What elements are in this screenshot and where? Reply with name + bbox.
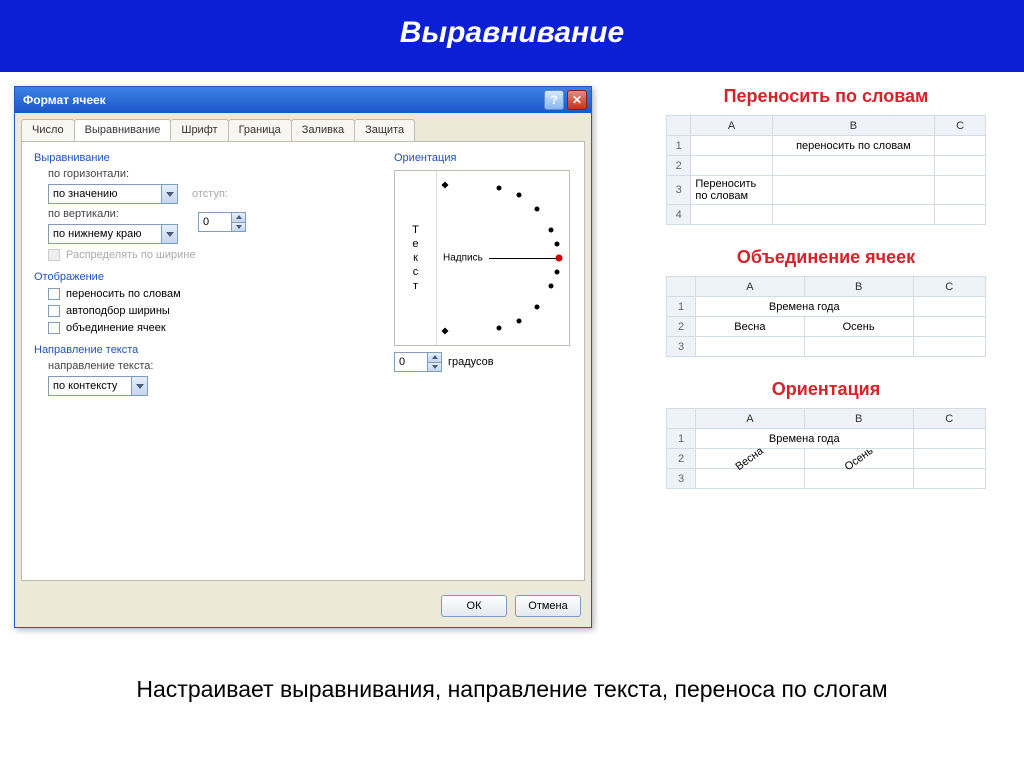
tab-alignment[interactable]: Выравнивание [74, 119, 172, 141]
chevron-down-icon [131, 377, 147, 395]
examples-panel: Переносить по словам ABC 1переносить по … [642, 86, 1010, 628]
orientation-section-label: Ориентация [394, 152, 570, 164]
tab-panel: Выравнивание по горизонтали: по значению… [21, 141, 585, 581]
wrap-example-title: Переносить по словам [642, 86, 1010, 107]
cell-b1: переносить по словам [772, 136, 935, 156]
direction-label: направление текста: [48, 360, 153, 372]
tab-font[interactable]: Шрифт [170, 119, 228, 141]
degrees-label: градусов [448, 356, 494, 368]
orient-example-title: Ориентация [642, 379, 1010, 400]
chevron-down-icon [161, 225, 177, 243]
cell-a2: Весна [696, 317, 805, 337]
horizontal-label: по горизонтали: [48, 168, 168, 180]
indent-label: отступ: [192, 188, 228, 200]
format-cells-dialog: Формат ячеек ? ✕ Число Выравнивание Шриф… [14, 86, 592, 628]
orientation-handle[interactable] [556, 255, 563, 262]
slide-caption: Настраивает выравнивания, направление те… [0, 676, 1024, 703]
merged-cell: Времена года [696, 297, 914, 317]
indent-value: 0 [203, 216, 209, 228]
horizontal-value: по значению [53, 188, 117, 200]
vertical-value: по нижнему краю [53, 228, 141, 240]
close-button[interactable]: ✕ [567, 90, 587, 110]
slide-title: Выравнивание [0, 0, 1024, 72]
dialog-title: Формат ячеек [23, 93, 106, 107]
direction-value: по контексту [53, 380, 117, 392]
spinner-up-icon[interactable] [428, 353, 441, 363]
dialog-titlebar: Формат ячеек ? ✕ [15, 87, 591, 113]
wrap-label: переносить по словам [66, 288, 181, 300]
degrees-spinner[interactable]: 0 [394, 352, 442, 372]
wrap-checkbox[interactable] [48, 288, 60, 300]
orientation-vertical-button[interactable]: Текст [395, 171, 437, 345]
direction-select[interactable]: по контексту [48, 376, 148, 396]
cell-a3: Переносить по словам [691, 176, 772, 205]
orientation-vertical-text: Текст [412, 223, 419, 293]
merge-example-title: Объединение ячеек [642, 247, 1010, 268]
dialog-button-row: ОК Отмена [15, 587, 591, 627]
orientation-inner-label: Надпись [443, 253, 483, 264]
cancel-button[interactable]: Отмена [515, 595, 581, 617]
merged-cell: Времена года [696, 429, 914, 449]
vertical-select[interactable]: по нижнему краю [48, 224, 178, 244]
spinner-down-icon[interactable] [428, 363, 441, 372]
merge-checkbox[interactable] [48, 322, 60, 334]
vertical-label: по вертикали: [48, 208, 168, 220]
orientation-line [489, 258, 559, 259]
cell-b2: Осень [804, 317, 913, 337]
spinner-up-icon[interactable] [232, 213, 245, 223]
horizontal-select[interactable]: по значению [48, 184, 178, 204]
chevron-down-icon [161, 185, 177, 203]
indent-spinner[interactable]: 0 [198, 212, 246, 232]
spinner-down-icon[interactable] [232, 223, 245, 232]
merge-label: объединение ячеек [66, 322, 166, 334]
distribute-label: Распределять по ширине [66, 249, 195, 261]
tab-protection[interactable]: Защита [354, 119, 415, 141]
tab-border[interactable]: Граница [228, 119, 292, 141]
help-button[interactable]: ? [544, 90, 564, 110]
wrap-example-grid: ABC 1переносить по словам 2 3Переносить … [666, 115, 986, 225]
orient-example-grid: ABC 1Времена года 2ВеснаОсень 3 [666, 408, 986, 489]
distribute-checkbox [48, 249, 60, 261]
tab-fill[interactable]: Заливка [291, 119, 355, 141]
shrink-label: автоподбор ширины [66, 305, 170, 317]
orientation-panel[interactable]: Текст Надпись [394, 170, 570, 346]
merge-example-grid: ABC 1Времена года 2ВеснаОсень 3 [666, 276, 986, 357]
tab-number[interactable]: Число [21, 119, 75, 141]
tab-strip: Число Выравнивание Шрифт Граница Заливка… [15, 113, 591, 141]
orientation-dial[interactable]: Надпись [437, 171, 569, 345]
shrink-checkbox[interactable] [48, 305, 60, 317]
degrees-value: 0 [399, 356, 405, 368]
ok-button[interactable]: ОК [441, 595, 507, 617]
